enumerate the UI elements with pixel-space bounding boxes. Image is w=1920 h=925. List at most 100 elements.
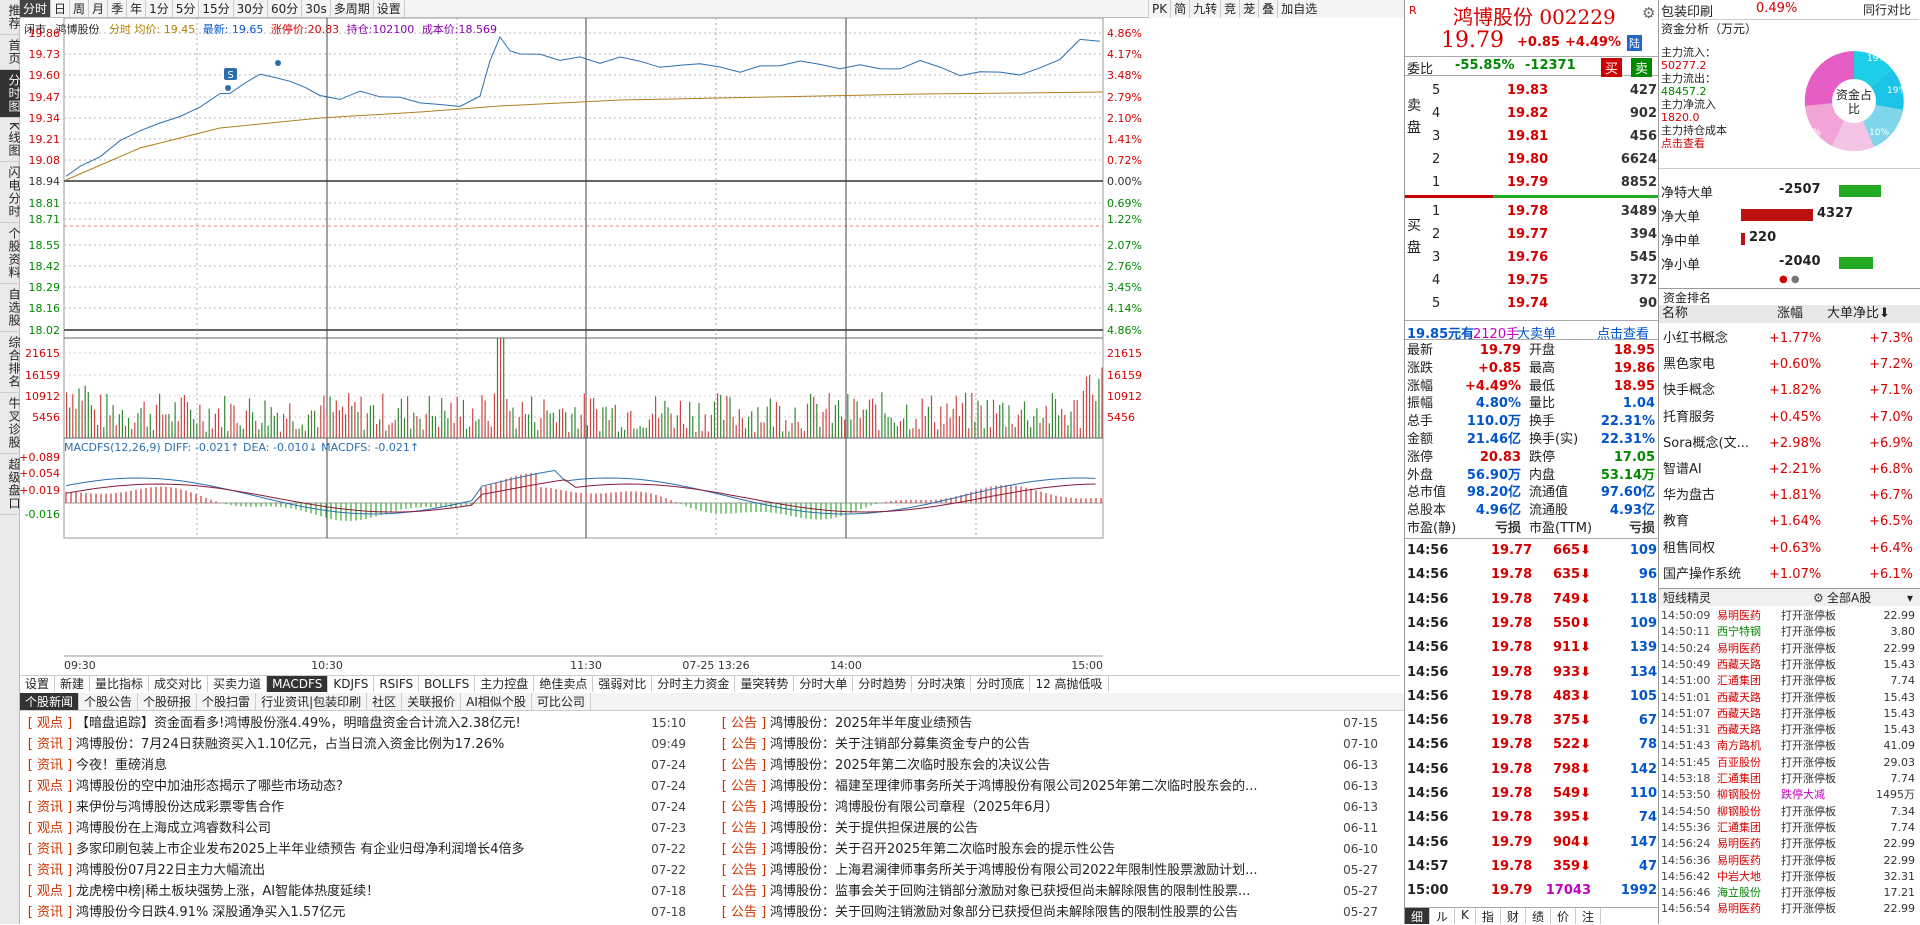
indicator-tab-5[interactable]: MACDFS [267,676,329,692]
chevron-down-icon[interactable]: ▾ [1907,589,1913,607]
indicator-tab-8[interactable]: BOLLFS [419,676,476,692]
indicator-tab-13[interactable]: 量突转势 [735,676,795,692]
news-title[interactable]: 多家印刷包装上市企业发布2025上半年业绩预告 有企业归母净利润增长4倍多 [76,842,525,857]
sidebar-item-2[interactable]: 分时图 [0,70,21,118]
news-item[interactable]: [ 公告 ] 鸿博股份：关于回购注销激励对象部分已获授但尚未解除限售的限制性股票的… [718,902,1378,923]
sidebar-item-7[interactable]: 综合排名 [0,332,21,393]
period-1[interactable]: 日 [51,0,71,17]
tool-6[interactable]: 加自选 [1277,0,1320,18]
ask-level[interactable]: 2 19.80 6624 [1427,149,1657,170]
news-title[interactable]: 鸿博股份在上海成立鸿睿数科公司 [76,821,271,836]
news-item[interactable]: [ 观点 ] 龙虎榜中榜|稀土板块强势上涨，AI智能体热度延续！ 07-18 [24,881,686,902]
indicator-tab-16[interactable]: 分时决策 [912,676,972,692]
indicator-tab-12[interactable]: 分时主力资金 [652,676,736,692]
rank-row[interactable]: 智谱AI +2.21% +6.8% [1661,457,1919,483]
sprite-row[interactable]: 14:50:09 易明医药 打开涨停板 22.99 [1661,608,1919,623]
news-tab-3[interactable]: 个股扫雷 [197,693,257,710]
rank-row[interactable]: 快手概念 +1.82% +7.1% [1661,378,1919,404]
news-title[interactable]: 鸿博股份：关于注销部分募集资金专户的公告 [770,737,1030,752]
news-item[interactable]: [ 公告 ] 鸿博股份：关于提供担保进展的公告 06-11 [718,818,1378,839]
sprite-row[interactable]: 14:55:36 汇通集团 打开涨停板 7.74 [1661,820,1919,835]
news-item[interactable]: [ 观点 ] 【暗盘追踪】资金面看多!鸿博股份涨4.49%，明暗盘资金合计流入2.… [24,713,686,734]
period-13[interactable]: 设置 [374,0,405,17]
sprite-row[interactable]: 14:50:11 西宁特钢 打开涨停板 3.80 [1661,624,1919,639]
news-item[interactable]: [ 公告 ] 鸿博股份：关于注销部分募集资金专户的公告 07-10 [718,734,1378,755]
ask-level[interactable]: 1 19.79 8852 [1427,172,1657,193]
rank-row[interactable]: 托育服务 +0.45% +7.0% [1661,405,1919,431]
indicator-tab-18[interactable]: 12 高抛低吸 [1030,676,1109,692]
sprite-row[interactable]: 14:54:50 柳钢股份 打开涨停板 7.34 [1661,804,1919,819]
period-5[interactable]: 年 [127,0,147,17]
tool-3[interactable]: 竞 [1220,0,1239,18]
news-item[interactable]: [ 公告 ] 鸿博股份：关于召开2025年第二次临时股东会的提示性公告 06-10 [718,839,1378,860]
market-select[interactable]: 全部A股 [1827,589,1871,607]
tick-tab-1[interactable]: ル [1430,908,1456,924]
news-item[interactable]: [ 资讯 ] 鸿博股份07月22日主力大幅流出 07-22 [24,860,686,881]
sort-net-ratio[interactable]: 大单净比⬇ [1827,305,1890,323]
indicator-tab-9[interactable]: 主力控盘 [475,676,535,692]
tick-tab-7[interactable]: 注 [1576,908,1601,924]
ask-level[interactable]: 4 19.82 902 [1427,103,1657,124]
news-item[interactable]: [ 公告 ] 鸿博股份：鸿博股份有限公司章程（2025年6月） 06-13 [718,797,1378,818]
news-item[interactable]: [ 公告 ] 鸿博股份：上海君澜律师事务所关于鸿博股份有限公司2022年限制性股票… [718,860,1378,881]
indicator-tab-1[interactable]: 新建 [55,676,91,692]
tick-tab-6[interactable]: 价 [1551,908,1576,924]
news-item[interactable]: [ 公告 ] 鸿博股份：监事会关于回购注销部分激励对象已获授但尚未解除限售的限制性… [718,881,1378,902]
sidebar-item-6[interactable]: 自选股 [0,284,21,332]
news-title[interactable]: 今夜！重磅消息 [76,758,167,773]
tick-tab-3[interactable]: 指 [1476,908,1501,924]
sidebar-item-1[interactable]: 首页 [0,35,21,70]
indicator-tab-15[interactable]: 分时趋势 [853,676,913,692]
bid-level[interactable]: 5 19.74 90 [1427,293,1657,314]
sidebar-item-4[interactable]: 闪电分时 [0,162,21,223]
rank-row[interactable]: 华为盘古 +1.81% +6.7% [1661,483,1919,509]
sprite-row[interactable]: 14:56:24 易明医药 打开涨停板 22.99 [1661,836,1919,851]
news-item[interactable]: [ 资讯 ] 鸿博股份：7月24日获融资买入1.10亿元，占当日流入资金比例为17… [24,734,686,755]
indicator-tab-2[interactable]: 量比指标 [90,676,150,692]
bid-level[interactable]: 3 19.76 545 [1427,247,1657,268]
sprite-row[interactable]: 14:51:01 西藏天路 打开涨停板 15.43 [1661,690,1919,705]
news-tab-1[interactable]: 个股公告 [79,693,139,710]
period-7[interactable]: 5分 [173,0,200,17]
sidebar-item-8[interactable]: 牛叉诊股 [0,393,21,454]
news-item[interactable]: [ 资讯 ] 多家印刷包装上市企业发布2025上半年业绩预告 有企业归母净利润增长… [24,839,686,860]
rank-row[interactable]: 小红书概念 +1.77% +7.3% [1661,326,1919,352]
news-item[interactable]: [ 公告 ] 鸿博股份：2025年第二次临时股东会的决议公告 06-13 [718,755,1378,776]
sprite-row[interactable]: 14:56:54 易明医药 打开涨停板 22.99 [1661,901,1919,916]
news-tab-8[interactable]: 可比公司 [532,693,591,710]
bid-level[interactable]: 1 19.78 3489 [1427,201,1657,222]
news-title[interactable]: 【暗盘追踪】资金面看多!鸿博股份涨4.49%，明暗盘资金合计流入2.38亿元! [76,716,521,731]
news-tab-7[interactable]: AI相似个股 [461,693,532,710]
rank-row[interactable]: Sora概念(文... +2.98% +6.9% [1661,431,1919,457]
news-item[interactable]: [ 资讯 ] 鸿博股份今日跌4.91% 深股通净买入1.57亿元 07-18 [24,902,686,923]
news-title[interactable]: 鸿博股份：上海君澜律师事务所关于鸿博股份有限公司2022年限制性股票激励计划..… [770,863,1257,878]
indicator-tab-11[interactable]: 强弱对比 [593,676,653,692]
news-title[interactable]: 鸿博股份的空中加油形态揭示了哪些市场动态？ [76,779,349,794]
news-title[interactable]: 鸿博股份：2025年第二次临时股东会的决议公告 [770,758,1050,773]
news-title[interactable]: 鸿博股份：监事会关于回购注销部分激励对象已获授但尚未解除限售的限制性股票... [770,884,1250,899]
period-2[interactable]: 周 [70,0,90,17]
indicator-tab-14[interactable]: 分时大单 [794,676,854,692]
sprite-row[interactable]: 14:56:36 易明医药 打开涨停板 22.99 [1661,853,1919,868]
news-item[interactable]: [ 资讯 ] 今夜！重磅消息 07-24 [24,755,686,776]
period-0[interactable]: 分时 [20,0,52,17]
news-item[interactable]: [ 资讯 ] 来伊份与鸿博股份达成彩票零售合作 07-24 [24,797,686,818]
news-title[interactable]: 鸿博股份：关于召开2025年第二次临时股东会的提示性公告 [770,842,1115,857]
news-title[interactable]: 鸿博股份：福建至理律师事务所关于鸿博股份有限公司2025年第二次临时股东会的..… [770,779,1257,794]
peer-compare-link[interactable]: 同行对比 [1863,1,1911,18]
bid-level[interactable]: 2 19.77 394 [1427,224,1657,245]
sprite-row[interactable]: 14:51:45 百亚股份 打开涨停板 29.03 [1661,755,1919,770]
big-order-link[interactable]: 点击查看 [1597,323,1649,342]
sprite-row[interactable]: 14:50:24 易明医药 打开涨停板 22.99 [1661,641,1919,656]
page-dots[interactable]: ● ● [1779,274,1800,285]
sell-button[interactable]: 卖 [1631,58,1653,77]
indicator-tab-6[interactable]: KDJFS [328,676,375,692]
news-item[interactable]: [ 公告 ] 鸿博股份：福建至理律师事务所关于鸿博股份有限公司2025年第二次临时… [718,776,1378,797]
indicator-tab-17[interactable]: 分时顶底 [971,676,1031,692]
sprite-row[interactable]: 14:51:31 西藏天路 打开涨停板 15.43 [1661,722,1919,737]
sprite-row[interactable]: 14:51:07 西藏天路 打开涨停板 15.43 [1661,706,1919,721]
news-title[interactable]: 来伊份与鸿博股份达成彩票零售合作 [76,800,284,815]
indicator-tab-10[interactable]: 绝佳卖点 [534,676,594,692]
news-tab-5[interactable]: 社区 [367,693,403,710]
sprite-row[interactable]: 14:53:50 柳钢股份 跌停大减 1495万 [1661,787,1919,802]
